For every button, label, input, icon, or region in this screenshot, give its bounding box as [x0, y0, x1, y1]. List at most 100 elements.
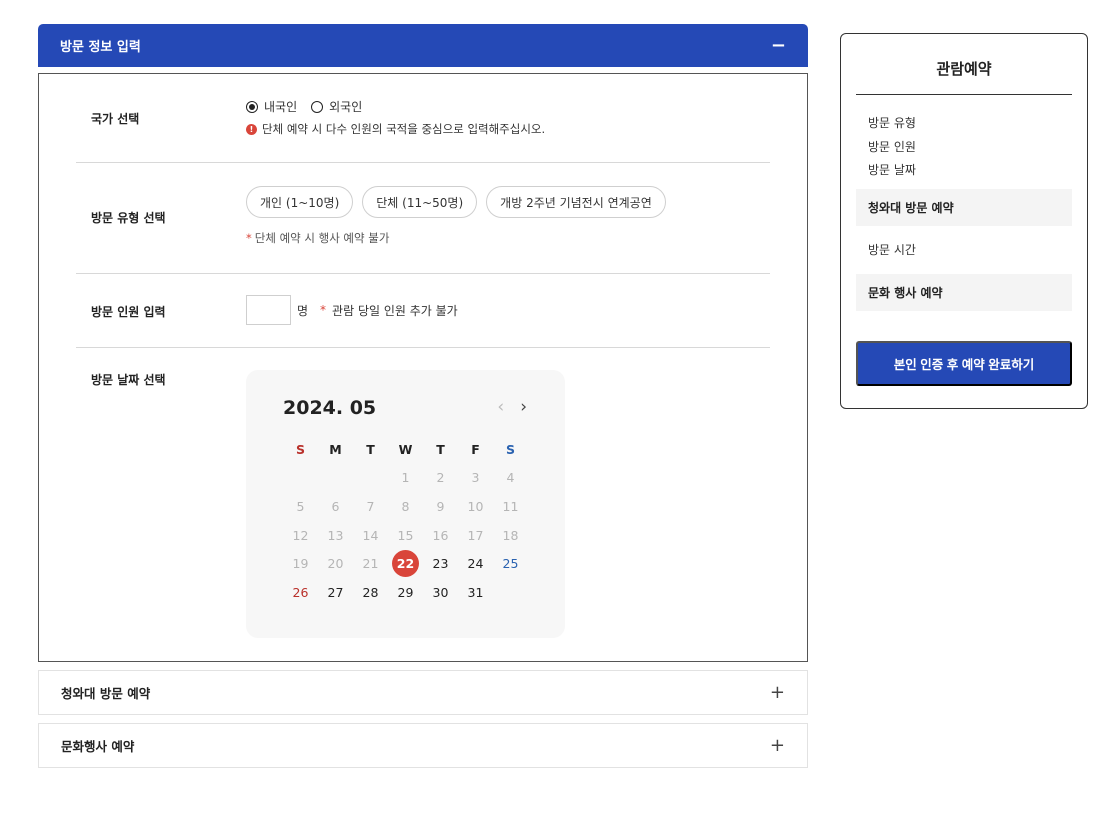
visitor-count-input[interactable] [246, 295, 291, 325]
calendar-day-number: 8 [401, 498, 410, 514]
radio-domestic-circle[interactable] [246, 100, 258, 113]
blue-house-visit-accordion[interactable]: 청와대 방문 예약 + [38, 670, 808, 715]
chip-individual[interactable]: 개인 (1~10명) [246, 186, 354, 218]
calendar-day[interactable]: 27 [318, 581, 353, 604]
calendar-day: 4 [493, 467, 528, 490]
calendar-day-number: 4 [506, 470, 515, 486]
summary-item-visit-type: 방문 유형 [868, 116, 916, 130]
visit-type-note: * 단체 예약 시 행사 예약 불가 [246, 230, 666, 246]
weekday-header: S [505, 441, 515, 457]
required-star: * [320, 303, 327, 317]
calendar-day-number: 23 [432, 556, 449, 572]
blue-house-visit-title: 청와대 방문 예약 [61, 686, 151, 701]
cultural-event-accordion[interactable]: 문화행사 예약 + [38, 723, 808, 768]
calendar-day: 19 [283, 552, 318, 575]
calendar-day-number: 20 [327, 556, 344, 572]
calendar-day: 15 [388, 524, 423, 547]
calendar-day-number: 1 [401, 470, 410, 486]
calendar-day: 10 [458, 495, 493, 518]
calendar-day-number: 29 [397, 584, 414, 600]
calendar-day[interactable]: 23 [423, 552, 458, 575]
calendar-day: 12 [283, 524, 318, 547]
visit-date-label: 방문 날짜 선택 [91, 373, 166, 387]
visit-info-accordion-header[interactable]: 방문 정보 입력 − [38, 24, 808, 67]
weekday-header: F [471, 441, 480, 457]
chevron-left-icon[interactable]: ‹ [497, 397, 504, 417]
calendar-day[interactable]: 24 [458, 552, 493, 575]
calendar-day: 14 [353, 524, 388, 547]
calendar-day-number: 15 [397, 527, 414, 543]
visitor-count-note: 관람 당일 인원 추가 불가 [332, 303, 458, 318]
calendar-day-number: 17 [467, 527, 484, 543]
calendar-day-number: 13 [327, 527, 344, 543]
calendar-day-number: 27 [327, 584, 344, 600]
calendar-day-number: 22 [392, 550, 419, 578]
cultural-event-title: 문화행사 예약 [61, 739, 135, 754]
calendar-day-number: 25 [502, 556, 519, 572]
visit-info-body: 국가 선택 내국인 외국인 ! 단체 예약 시 다수 인원의 국적을 중심으로 … [38, 73, 808, 662]
country-label: 국가 선택 [91, 112, 140, 126]
calendar-day-number: 10 [467, 498, 484, 514]
summary-item-visitor-count: 방문 인원 [868, 139, 916, 154]
visit-info-title: 방문 정보 입력 [60, 40, 141, 55]
calendar-empty-cell [493, 581, 528, 604]
calendar-day: 9 [423, 495, 458, 518]
chip-anniversary-performance[interactable]: 개방 2주년 기념전시 연계공연 [486, 186, 666, 218]
calendar-day: 8 [388, 495, 423, 518]
calendar-day-number: 21 [362, 556, 379, 572]
weekday-header: T [366, 441, 375, 457]
calendar-day: 20 [318, 552, 353, 575]
summary-divider [856, 94, 1072, 95]
calendar-day: 17 [458, 524, 493, 547]
expand-icon[interactable]: + [770, 682, 785, 703]
required-star: * [246, 231, 252, 245]
expand-icon[interactable]: + [770, 735, 785, 756]
calendar-day: 5 [283, 495, 318, 518]
weekday-header: T [436, 441, 445, 457]
radio-foreign-label: 외국인 [329, 100, 363, 114]
weekday-header: M [329, 441, 342, 457]
calendar-day[interactable]: 25 [493, 552, 528, 575]
reservation-form: 방문 정보 입력 − 국가 선택 내국인 외국인 ! 단체 예약 시 다수 인원… [38, 24, 808, 768]
radio-foreign-circle[interactable] [311, 100, 324, 113]
visit-type-label: 방문 유형 선택 [91, 211, 166, 225]
calendar-day-number: 3 [471, 470, 480, 486]
visit-date-row: 방문 날짜 선택 2024. 05 ‹ › S M T W T F S 1 2 3 4 5 6 7 8 9 10… [76, 348, 770, 648]
calendar-month-title: 2024. 05 [283, 397, 377, 419]
calendar-day-number: 28 [362, 584, 379, 600]
calendar-day[interactable]: 28 [353, 581, 388, 604]
summary-item-visit-date: 방문 날짜 [868, 163, 916, 177]
chip-group[interactable]: 단체 (11~50명) [362, 186, 478, 218]
radio-domestic[interactable]: 내국인 [246, 98, 297, 115]
visitor-count-unit: 명 [297, 303, 309, 318]
visitor-count-row: 방문 인원 입력 명 * 관람 당일 인원 추가 불가 [76, 274, 770, 347]
calendar-day[interactable]: 29 [388, 581, 423, 604]
calendar-day: 3 [458, 467, 493, 490]
calendar-day-number: 12 [292, 527, 309, 543]
radio-foreign[interactable]: 외국인 [311, 98, 362, 115]
complete-reservation-button[interactable]: 본인 인증 후 예약 완료하기 [856, 341, 1072, 386]
summary-list: 방문 유형 방문 인원 방문 날짜 [868, 112, 916, 183]
chevron-right-icon[interactable]: › [520, 397, 527, 417]
calendar-day-number: 31 [467, 584, 484, 600]
calendar-day-number: 5 [296, 498, 305, 514]
calendar-grid: S M T W T F S 1 2 3 4 5 6 7 8 9 10 11 12 13 14 15 16 17 18 19 20 21… [283, 438, 528, 604]
date-calendar: 2024. 05 ‹ › S M T W T F S 1 2 3 4 5 6 7 8 9 10 11 12 13 14 1… [246, 370, 565, 638]
alert-icon: ! [246, 123, 257, 135]
country-row: 국가 선택 내국인 외국인 ! 단체 예약 시 다수 인원의 국적을 중심으로 … [76, 96, 770, 162]
calendar-day[interactable]: 26 [283, 581, 318, 604]
calendar-day-number: 19 [292, 556, 309, 572]
visit-type-row: 방문 유형 선택 개인 (1~10명) 단체 (11~50명) 개방 2주년 기… [76, 163, 770, 273]
calendar-day[interactable]: 22 [388, 550, 423, 578]
calendar-empty-cell [283, 467, 318, 490]
calendar-day[interactable]: 30 [423, 581, 458, 604]
collapse-icon[interactable]: − [771, 36, 786, 55]
calendar-day-number: 30 [432, 584, 449, 600]
radio-domestic-label: 내국인 [264, 100, 298, 114]
calendar-day-number: 11 [502, 498, 519, 514]
calendar-day: 18 [493, 524, 528, 547]
visit-type-note-text: 단체 예약 시 행사 예약 불가 [254, 231, 390, 245]
calendar-day[interactable]: 31 [458, 581, 493, 604]
calendar-day: 21 [353, 552, 388, 575]
calendar-day-number: 26 [292, 584, 309, 600]
